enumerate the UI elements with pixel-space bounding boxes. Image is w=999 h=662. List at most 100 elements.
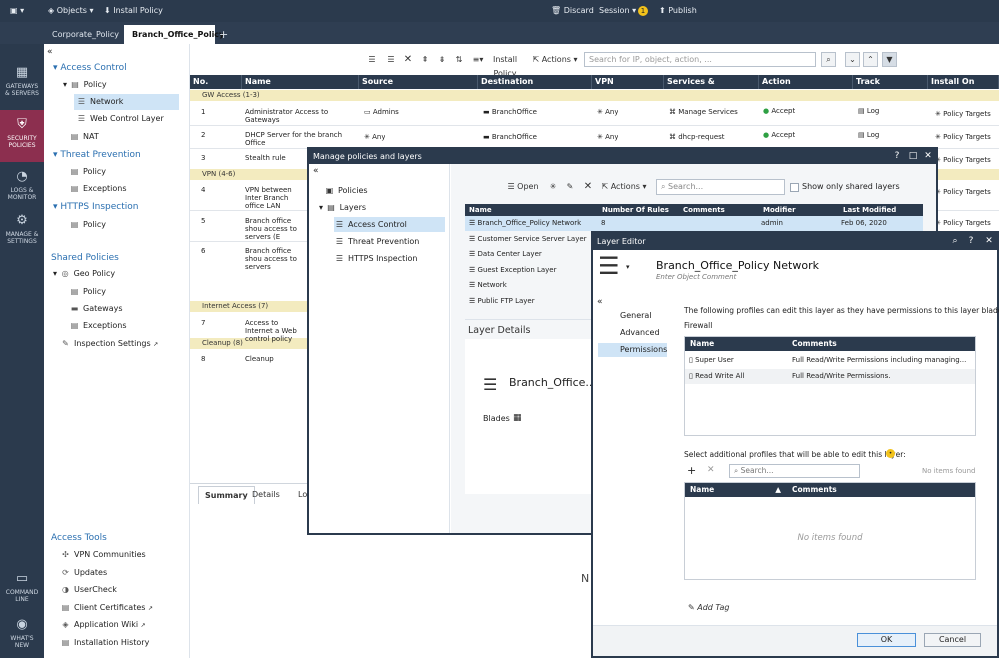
rule-name[interactable]: Access to Internet a Web control policy <box>245 319 307 343</box>
rule-vpn[interactable]: ✳ Any <box>597 133 618 141</box>
new-layer-icon[interactable]: ✳ <box>547 180 559 194</box>
layer-menu-chevron-icon[interactable]: ▾ <box>626 263 630 271</box>
tree-https-inspection[interactable]: ▾ HTTPS Inspection <box>53 199 138 215</box>
app-menu-icon[interactable]: ▣ ▾ <box>10 0 24 22</box>
tool-application-wiki[interactable]: ◈ Application Wiki ↗ <box>60 617 145 633</box>
tree-threat-prevention[interactable]: ▾ Threat Prevention <box>53 147 141 163</box>
layer-row-name[interactable]: ☰ Customer Service Server Layer <box>469 232 587 247</box>
filter-icon[interactable]: ▼ <box>882 52 897 67</box>
add-tab-icon[interactable]: + <box>215 25 232 44</box>
show-shared-checkbox[interactable] <box>790 183 799 192</box>
collapse-icon[interactable]: « <box>47 44 53 60</box>
col-header-services[interactable]: Services & Applications <box>664 75 759 100</box>
tree-tp-policy[interactable]: ▤ Policy <box>69 164 106 180</box>
tree-geo-gateways[interactable]: ▬ Gateways <box>69 301 123 317</box>
toolbar-actions-menu[interactable]: ⇱ Actions ▾ <box>531 53 579 67</box>
rule-name[interactable]: Administrator Access to Gateways <box>245 108 345 124</box>
rule-name[interactable]: Branch office shou access to servers <box>245 247 307 271</box>
rule-source[interactable]: ▭ Admins <box>364 108 399 116</box>
editor-nav-advanced[interactable]: Advanced <box>620 328 660 337</box>
perm-col-name[interactable]: Name <box>685 337 787 351</box>
rule-name[interactable]: DHCP Server for the branch Office <box>245 131 345 147</box>
editor-nav-permissions[interactable]: Permissions <box>598 343 667 357</box>
nav-manage-settings[interactable]: ⚙ MANAGE & SETTINGS <box>0 206 44 258</box>
tree-https-inspection-layers[interactable]: ☰ HTTPS Inspection <box>334 251 464 266</box>
perm-row-name[interactable]: ▯ Read Write All <box>689 369 744 384</box>
rule-vpn[interactable]: ✳ Any <box>597 108 618 116</box>
rule-install-on[interactable]: ✳ Policy Targets <box>935 110 991 118</box>
layer-row-name[interactable]: ☰ Branch_Office_Policy Network <box>469 216 581 231</box>
rule-install-on[interactable]: ✳ Policy Targets <box>935 156 991 164</box>
rule-destination[interactable]: ▬ BranchOffice <box>483 108 537 116</box>
col-header-name[interactable]: Name <box>242 75 359 89</box>
collapse-icon[interactable]: « <box>597 297 603 307</box>
section-above-icon[interactable]: ⇞ <box>419 53 431 67</box>
tree-inspection-settings[interactable]: ✎ Inspection Settings ↗ <box>60 336 158 352</box>
rule-install-on[interactable]: ✳ Policy Targets <box>935 188 991 196</box>
tool-vpn-communities[interactable]: ✣ VPN Communities <box>60 547 146 563</box>
ok-button[interactable]: OK <box>857 633 916 647</box>
add-rule-below-icon[interactable]: ☰ <box>384 53 398 67</box>
col-header-track[interactable]: Track <box>853 75 928 89</box>
session-menu[interactable]: Session ▾ <box>599 0 636 22</box>
rule-service[interactable]: ⌘ dhcp-request <box>669 133 725 141</box>
chevron-down-icon[interactable]: ⌄ <box>845 52 860 67</box>
tree-tp-exceptions[interactable]: ▤ Exceptions <box>69 181 127 197</box>
perm-row-name[interactable]: ▯ Super User <box>689 353 734 368</box>
editor-nav-general[interactable]: General <box>620 311 652 320</box>
col-header-vpn[interactable]: VPN <box>592 75 664 89</box>
nav-security-policies[interactable]: ⛨ SECURITY POLICIES <box>0 110 44 162</box>
tree-access-control-layers[interactable]: ☰ Access Control <box>334 217 445 232</box>
col-header-modifier[interactable]: Modifier <box>759 204 839 216</box>
rule-service[interactable]: ⌘ Manage Services <box>669 108 738 116</box>
nav-command-line[interactable]: ▭ COMMAND LINE <box>0 564 44 616</box>
tree-network[interactable]: ☰ Network <box>74 94 179 110</box>
maximize-icon[interactable]: □ <box>906 149 920 164</box>
layer-row-name[interactable]: ☰ Data Center Layer <box>469 247 542 262</box>
rule-source[interactable]: ✳ Any <box>364 133 385 141</box>
install-policy-button[interactable]: ⬇ Install Policy <box>104 0 163 22</box>
add-profile-icon[interactable]: + <box>687 464 696 477</box>
tab-branch-office-policy[interactable]: Branch_Office_Policy <box>124 25 224 44</box>
close-icon[interactable]: ✕ <box>921 149 935 164</box>
rule-destination[interactable]: ▬ BranchOffice <box>483 133 537 141</box>
layer-row-name[interactable]: ☰ Network <box>469 278 507 293</box>
section-gw-access[interactable]: GW Access (1-3) <box>190 90 999 101</box>
rule-name[interactable]: Stealth rule <box>245 154 315 162</box>
rule-name[interactable]: Branch office shou access to servers (E <box>245 217 307 241</box>
profiles-col-comments[interactable]: Comments <box>787 483 975 497</box>
tool-installation-history[interactable]: ▤ Installation History <box>60 635 150 651</box>
delete-icon[interactable]: ✕ <box>582 180 594 194</box>
tool-usercheck[interactable]: ◑ UserCheck <box>60 582 117 598</box>
rule-install-on[interactable]: ✳ Policy Targets <box>935 219 991 227</box>
open-button[interactable]: ☰ Open <box>503 180 543 194</box>
help-icon[interactable]: ? <box>964 234 978 249</box>
profile-search-input[interactable]: ⌕ Search... <box>729 464 860 478</box>
layer-comment-field[interactable]: Enter Object Comment <box>656 273 736 281</box>
layer-name-field[interactable]: Branch_Office_Policy Network <box>656 259 819 272</box>
layer-row-name[interactable]: ☰ Public FTP Layer <box>469 294 535 309</box>
chevron-up-icon[interactable]: ⌃ <box>863 52 878 67</box>
perm-col-comments[interactable]: Comments <box>787 337 975 351</box>
tree-geo-exceptions[interactable]: ▤ Exceptions <box>69 318 127 334</box>
tree-nat[interactable]: ▤ NAT <box>69 129 99 145</box>
delete-rule-icon[interactable]: ✕ <box>402 53 414 67</box>
tree-policy[interactable]: ▾ ▤ Policy <box>63 77 107 93</box>
close-icon[interactable]: ✕ <box>982 234 996 249</box>
rule-install-on[interactable]: ✳ Policy Targets <box>935 133 991 141</box>
nav-whats-new[interactable]: ◉ WHAT'S NEW <box>0 610 44 662</box>
tree-policies[interactable]: ▣ Policies <box>324 183 454 198</box>
help-icon[interactable]: ? <box>890 149 904 164</box>
tree-access-control[interactable]: ▾ Access Control <box>53 60 127 76</box>
rule-name[interactable]: Cleanup <box>245 355 307 363</box>
publish-button[interactable]: ⬆ Publish <box>659 0 697 22</box>
tree-web-control-layer[interactable]: ☰ Web Control Layer <box>76 111 164 127</box>
add-rule-above-icon[interactable]: ☰ <box>365 53 379 67</box>
rule-action[interactable]: ● Accept <box>763 107 795 115</box>
rule-action[interactable]: ● Accept <box>763 131 795 139</box>
col-header-no[interactable]: No. <box>190 75 242 89</box>
col-header-action[interactable]: Action <box>759 75 853 89</box>
col-header-rules[interactable]: Number Of Rules <box>598 204 679 216</box>
col-header-install-on[interactable]: Install On <box>928 75 999 89</box>
sort-icon[interactable]: ⇅ <box>453 53 465 67</box>
